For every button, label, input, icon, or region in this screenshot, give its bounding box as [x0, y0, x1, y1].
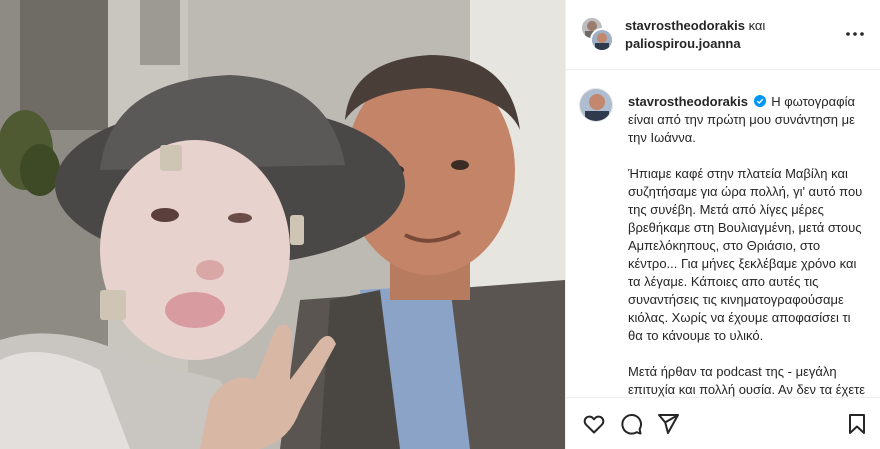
avatar[interactable]	[579, 88, 613, 122]
selfie-image	[0, 0, 565, 449]
share-icon	[658, 414, 679, 434]
bookmark-icon	[849, 414, 865, 434]
avatar[interactable]	[590, 28, 614, 52]
post-actions-bar	[566, 397, 880, 449]
post-photo[interactable]	[0, 0, 565, 449]
more-horizontal-icon	[846, 32, 864, 36]
post-header: stavrostheodorakis και paliospirou.joann…	[566, 0, 880, 70]
save-button[interactable]	[845, 412, 869, 436]
more-options-button[interactable]	[845, 26, 865, 42]
comment-icon	[621, 414, 642, 435]
post-caption: stavrostheodorakis Η φωτογραφία είναι απ…	[628, 93, 866, 397]
share-button[interactable]	[656, 412, 680, 436]
comment-button[interactable]	[619, 412, 643, 436]
caption-username[interactable]: stavrostheodorakis	[628, 94, 748, 109]
caption-area: stavrostheodorakis Η φωτογραφία είναι απ…	[566, 71, 880, 397]
caption-paragraph: Μετά ήρθαν τα podcast της - μεγάλη επιτυ…	[628, 364, 866, 397]
collab-avatars[interactable]	[580, 16, 616, 54]
author-connector: και	[748, 18, 766, 33]
post-side-panel: stavrostheodorakis και paliospirou.joann…	[565, 0, 880, 449]
caption-paragraph: Ήπιαμε καφέ στην πλατεία Μαβίλη και συζη…	[628, 166, 863, 343]
author-username[interactable]: stavrostheodorakis	[625, 18, 745, 33]
heart-icon	[583, 415, 605, 434]
like-button[interactable]	[582, 412, 606, 436]
post-authors: stavrostheodorakis και paliospirou.joann…	[625, 17, 765, 53]
collab-username[interactable]: paliospirou.joanna	[625, 36, 741, 51]
verified-badge-icon	[753, 95, 766, 107]
